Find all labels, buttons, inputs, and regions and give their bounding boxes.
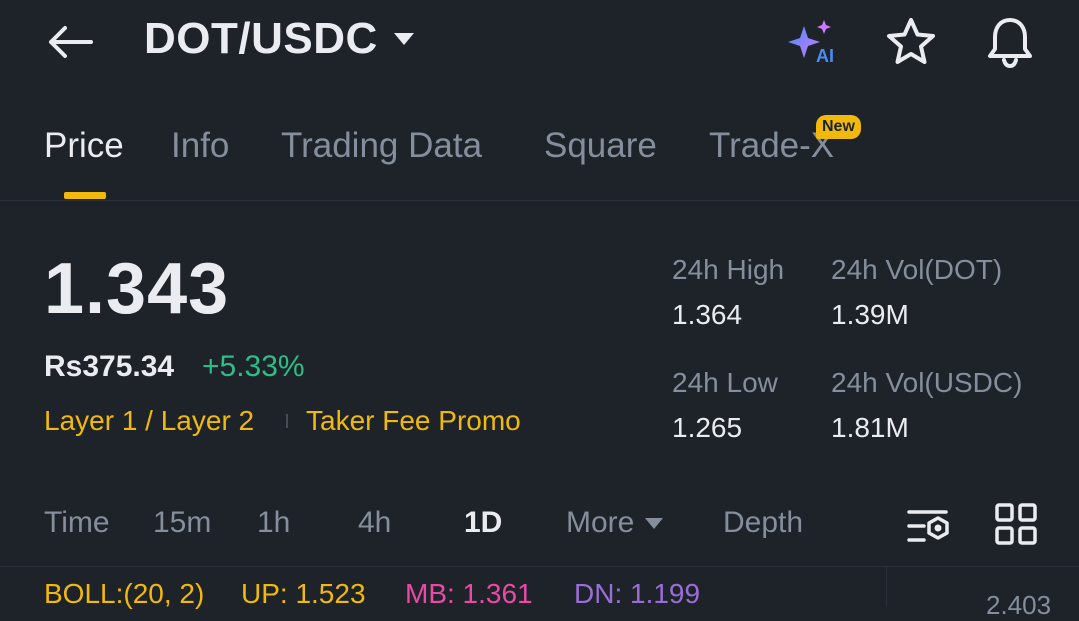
vol-quote-label: 24h Vol(USDC) — [831, 367, 1023, 398]
ai-sparkle-icon: AI — [788, 20, 834, 66]
pair-title: DOT/USDC — [144, 14, 378, 63]
tab-square[interactable]: Square — [544, 126, 657, 166]
tag-promo[interactable]: Taker Fee Promo — [306, 405, 521, 437]
caret-down-icon — [393, 33, 414, 45]
indicator-boll[interactable]: BOLL:(20, 2) — [44, 578, 204, 610]
low-label: 24h Low — [672, 367, 778, 398]
interval-1d[interactable]: 1D — [464, 506, 502, 540]
chart-settings-button[interactable] — [906, 504, 952, 548]
arrow-left-icon — [49, 26, 93, 58]
chart-settings-icon — [907, 510, 949, 542]
price-axis-value: 2.403 — [986, 590, 1052, 620]
tab-bar: Price Info Trading Data Square Trade-X — [0, 118, 1079, 201]
pair-selector[interactable]: DOT/USDC — [144, 14, 416, 64]
ai-assistant-button[interactable]: AI — [786, 18, 840, 66]
new-badge: New — [816, 115, 861, 139]
indicator-dn: DN: 1.199 — [574, 578, 701, 609]
notifications-button[interactable] — [982, 14, 1038, 70]
star-icon — [887, 18, 935, 64]
tab-price[interactable]: Price — [44, 126, 124, 166]
tag-divider — [286, 414, 288, 428]
caret-down-icon — [645, 517, 664, 529]
active-tab-indicator — [64, 192, 106, 199]
price-change-percent: +5.33% — [202, 350, 305, 383]
tab-trading-data[interactable]: Trading Data — [281, 126, 482, 166]
interval-depth[interactable]: Depth — [723, 506, 803, 540]
indicator-mb: MB: 1.361 — [405, 578, 533, 609]
chart-divider — [0, 566, 1079, 567]
favorite-button[interactable] — [884, 16, 938, 68]
vol-quote-value: 1.81M — [831, 412, 909, 443]
interval-15m[interactable]: 15m — [153, 506, 211, 540]
fiat-price: Rs375.34 — [44, 350, 175, 383]
bell-icon — [988, 18, 1032, 69]
grid-icon — [995, 503, 1037, 545]
tab-info[interactable]: Info — [171, 126, 229, 166]
chart-axis-divider — [886, 566, 887, 607]
interval-more-label: More — [566, 506, 635, 539]
vol-base-value: 1.39M — [831, 299, 909, 330]
vol-base-label: 24h Vol(DOT) — [831, 254, 1003, 285]
high-label: 24h High — [672, 254, 785, 285]
tag-layer[interactable]: Layer 1 / Layer 2 — [44, 405, 254, 437]
layout-grid-button[interactable] — [994, 502, 1038, 546]
interval-4h[interactable]: 4h — [358, 506, 391, 540]
high-value: 1.364 — [672, 299, 743, 330]
interval-more[interactable]: More — [566, 506, 664, 540]
last-price: 1.343 — [44, 249, 230, 329]
interval-1h[interactable]: 1h — [257, 506, 290, 540]
back-button[interactable] — [44, 18, 96, 66]
indicator-up: UP: 1.523 — [241, 578, 366, 609]
low-value: 1.265 — [672, 412, 743, 443]
interval-time[interactable]: Time — [44, 506, 110, 540]
svg-text:AI: AI — [816, 46, 834, 66]
